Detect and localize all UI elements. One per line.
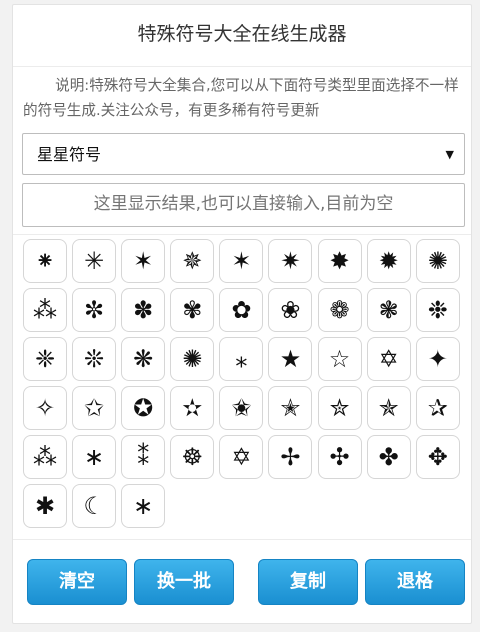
symbol-cell[interactable]: ∗ — [121, 484, 166, 528]
symbol-cell[interactable]: ✰ — [415, 386, 460, 430]
page-title: 特殊符号大全在线生成器 — [13, 5, 471, 67]
symbol-grid: ⁕ ✳ ✶ ✵ ✶ ✷ ✸ ✹ ✺ ⁂ ✼ ✽ ✾ ✿ ❀ ❁ ❃ ❉ ❈ ❊ ❋ ✺ ⁎ ★ ☆ ✡ ✦ ✧ ✩ ✪ ✫ ✬ ✭ ✮ ✯ ✰ ⁂ ∗ ⁑ ☸… — [23, 239, 467, 528]
action-bar: 清空 换一批 复制 退格 — [27, 559, 467, 605]
copy-button[interactable]: 复制 — [258, 559, 358, 605]
symbol-cell[interactable]: ✹ — [366, 239, 411, 283]
symbol-cell[interactable]: ❈ — [23, 337, 67, 381]
refresh-button[interactable]: 换一批 — [134, 559, 234, 605]
symbol-cell[interactable]: ⁂ — [23, 288, 67, 332]
symbol-cell[interactable]: ✿ — [219, 288, 264, 332]
symbol-cell[interactable]: ❀ — [268, 288, 313, 332]
symbol-cell[interactable]: ✡ — [219, 435, 264, 479]
symbol-cell[interactable]: ✼ — [72, 288, 117, 332]
symbol-cell[interactable]: ❁ — [317, 288, 362, 332]
backspace-button[interactable]: 退格 — [365, 559, 465, 605]
symbol-cell[interactable]: ✭ — [268, 386, 313, 430]
symbol-cell[interactable]: ✩ — [72, 386, 117, 430]
category-select-value: 星星符号 — [37, 145, 102, 164]
symbol-cell[interactable]: ☾ — [72, 484, 117, 528]
symbol-cell[interactable]: ⁑ — [121, 435, 166, 479]
dropdown-arrow-icon: ▼ — [445, 148, 454, 161]
symbol-cell[interactable]: ✫ — [170, 386, 215, 430]
divider — [13, 234, 471, 235]
symbol-cell[interactable]: ☆ — [317, 337, 362, 381]
category-select[interactable]: 星星符号 ▼ — [22, 133, 465, 175]
symbol-cell[interactable]: ✺ — [415, 239, 460, 283]
symbol-cell[interactable]: ✯ — [366, 386, 411, 430]
clear-button[interactable]: 清空 — [27, 559, 127, 605]
symbol-cell[interactable]: ✬ — [219, 386, 264, 430]
symbol-cell[interactable]: ✵ — [170, 239, 215, 283]
symbol-cell[interactable]: ✽ — [121, 288, 166, 332]
symbol-cell[interactable]: ✾ — [170, 288, 215, 332]
symbol-cell[interactable]: ✡ — [366, 337, 411, 381]
description-text: 说明:特殊符号大全集合,您可以从下面符号类型里面选择不一样的符号生成.关注公众号… — [23, 77, 459, 119]
symbol-cell[interactable]: ✦ — [415, 337, 460, 381]
symbol-cell[interactable]: ✤ — [366, 435, 411, 479]
symbol-cell[interactable]: ∗ — [72, 435, 117, 479]
symbol-cell[interactable]: ✷ — [268, 239, 313, 283]
symbol-cell[interactable]: ✶ — [121, 239, 166, 283]
symbol-cell[interactable]: ✣ — [317, 435, 362, 479]
symbol-cell[interactable]: ⁕ — [23, 239, 67, 283]
symbol-cell[interactable]: ✺ — [170, 337, 215, 381]
symbol-cell[interactable]: ❉ — [415, 288, 460, 332]
generator-panel: 特殊符号大全在线生成器 说明:特殊符号大全集合,您可以从下面符号类型里面选择不一… — [12, 4, 472, 624]
symbol-cell[interactable]: ✳ — [72, 239, 117, 283]
symbol-cell[interactable]: ☸ — [170, 435, 215, 479]
symbol-cell[interactable]: ⁂ — [23, 435, 67, 479]
symbol-cell[interactable]: ✢ — [268, 435, 313, 479]
symbol-cell[interactable]: ✪ — [121, 386, 166, 430]
symbol-cell[interactable]: ❊ — [72, 337, 117, 381]
symbol-cell[interactable]: ⁎ — [219, 337, 264, 381]
symbol-cell[interactable]: ✶ — [219, 239, 264, 283]
symbol-cell[interactable]: ❋ — [121, 337, 166, 381]
symbol-cell[interactable]: ✸ — [317, 239, 362, 283]
symbol-cell[interactable]: ★ — [268, 337, 313, 381]
result-textarea[interactable] — [22, 183, 465, 227]
symbol-cell[interactable]: ✱ — [23, 484, 67, 528]
symbol-cell[interactable]: ✮ — [317, 386, 362, 430]
symbol-cell[interactable]: ✧ — [23, 386, 67, 430]
symbol-cell[interactable]: ❃ — [366, 288, 411, 332]
divider — [13, 539, 471, 540]
symbol-cell[interactable]: ✥ — [415, 435, 460, 479]
